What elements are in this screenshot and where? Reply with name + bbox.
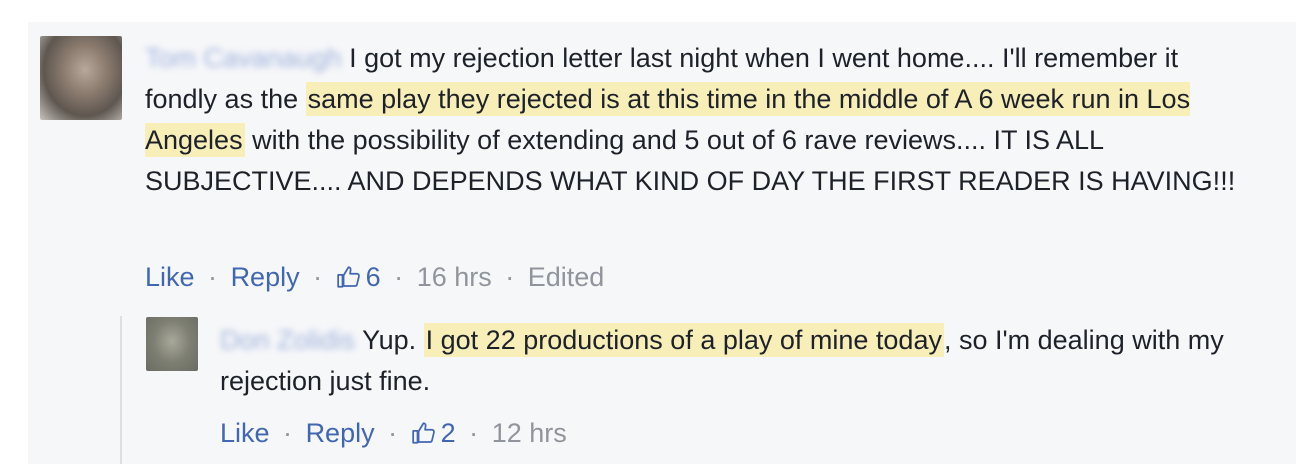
reply-comment-body: Don Zolidis Yup. I got 22 productions of… [220, 320, 1260, 402]
separator-dot: · [208, 262, 218, 292]
like-count: 2 [440, 418, 456, 448]
commenter-avatar[interactable] [40, 36, 122, 120]
separator-dot: · [313, 262, 323, 292]
reply-highlight: I got 22 productions of a play of mine t… [423, 323, 944, 357]
main-comment-actions: Like · Reply · 6 · 16 hrs · Edited [145, 262, 604, 293]
separator-dot: · [388, 418, 398, 448]
commenter-name-link[interactable]: Tom Cavanaugh [145, 38, 342, 79]
separator-dot: · [394, 262, 404, 292]
main-comment-body: Tom Cavanaugh I got my rejection letter … [145, 38, 1255, 202]
reply-thread-line [120, 316, 122, 464]
reply-author-name-link[interactable]: Don Zolidis [220, 320, 355, 361]
like-count-button[interactable]: 2 [411, 418, 464, 448]
like-count-button[interactable]: 6 [336, 262, 389, 292]
reply-text-before: Yup. [362, 325, 424, 355]
comment-text-after: with the possibility of extending and 5 … [145, 125, 1236, 196]
thumbs-up-icon [411, 422, 435, 444]
edited-label[interactable]: Edited [528, 262, 605, 292]
thumbs-up-icon [336, 266, 360, 288]
separator-dot: · [505, 262, 515, 292]
like-count: 6 [365, 262, 381, 292]
separator-dot: · [469, 418, 479, 448]
like-link[interactable]: Like [220, 418, 270, 448]
reply-link[interactable]: Reply [306, 418, 375, 448]
comment-timestamp[interactable]: 16 hrs [417, 262, 492, 292]
reply-avatar[interactable] [146, 317, 198, 371]
like-link[interactable]: Like [145, 262, 195, 292]
reply-comment-actions: Like · Reply · 2 · 12 hrs [220, 418, 567, 449]
reply-link[interactable]: Reply [231, 262, 300, 292]
comment-timestamp[interactable]: 12 hrs [492, 418, 567, 448]
separator-dot: · [283, 418, 293, 448]
